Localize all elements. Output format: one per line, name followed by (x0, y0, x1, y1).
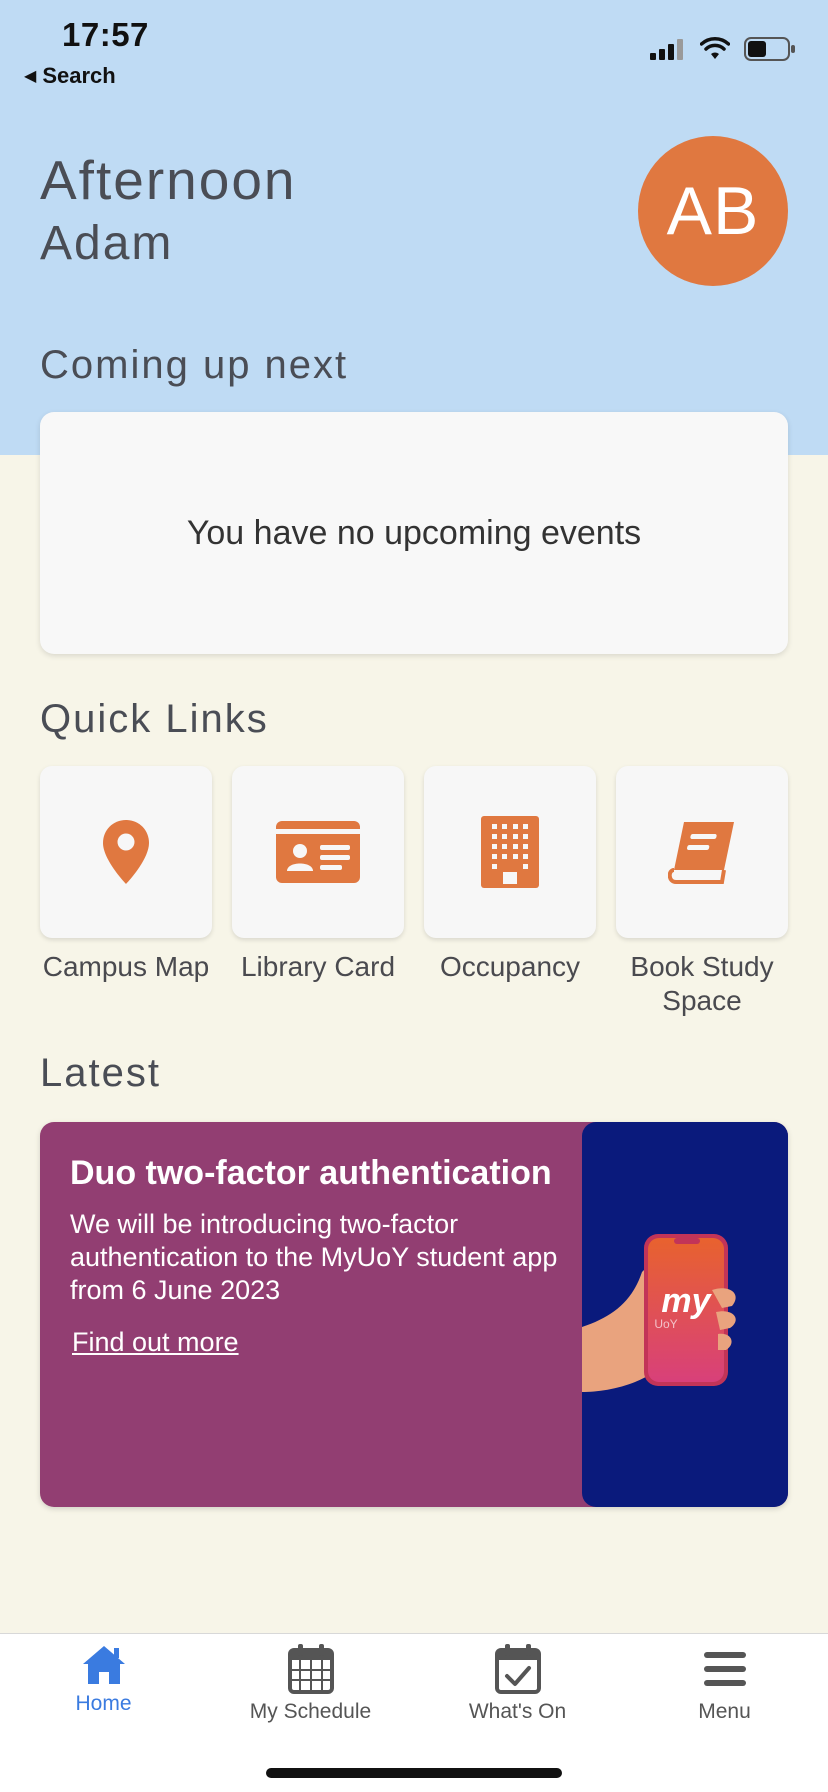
no-events-message: You have no upcoming events (186, 513, 642, 552)
quick-link-library-card[interactable]: Library Card (232, 766, 404, 1018)
home-icon (82, 1646, 125, 1684)
quick-link-campus-map[interactable]: Campus Map (40, 766, 212, 1018)
status-time: 17:57 (62, 16, 149, 53)
find-out-more-link[interactable]: Find out more (72, 1327, 239, 1358)
tab-label: What's On (468, 1700, 567, 1723)
news-image: my UoY (582, 1122, 788, 1507)
tab-label: My Schedule (249, 1700, 372, 1723)
quick-link-label: Book Study Space (630, 951, 774, 1016)
wifi-icon (700, 37, 730, 59)
back-label: Search (42, 63, 116, 88)
upcoming-events-card: You have no upcoming events (40, 412, 788, 654)
back-to-search-button[interactable]: ◀ Search (24, 63, 116, 89)
tab-whats-on[interactable]: What's On (414, 1644, 621, 1724)
tab-home[interactable]: Home (0, 1644, 207, 1716)
app-logo-subtext: UoY (654, 1317, 677, 1331)
tab-label: Home (75, 1692, 132, 1715)
news-headline: Duo two-factor authentication (70, 1154, 552, 1192)
news-body: We will be introducing two-factor authen… (70, 1209, 558, 1305)
latest-title: Latest (40, 1051, 161, 1095)
back-arrow-icon: ◀ (24, 68, 37, 85)
quick-link-tile[interactable] (232, 766, 404, 938)
quick-links-row: Campus Map Library Card Occupancy Book S… (40, 766, 788, 1018)
signal-icon (650, 39, 683, 60)
quick-link-occupancy[interactable]: Occupancy (424, 766, 596, 1018)
greeting-text: Afternoon (40, 149, 297, 211)
hand-holding-phone-illustration: my UoY (582, 1234, 736, 1392)
avatar[interactable]: AB (638, 136, 788, 286)
hamburger-menu-icon (703, 1652, 746, 1686)
quick-link-label: Occupancy (439, 951, 581, 982)
home-indicator (266, 1768, 562, 1778)
book-icon (668, 822, 734, 884)
calendar-check-icon (494, 1644, 541, 1694)
quick-link-label: Library Card (240, 951, 396, 982)
map-pin-icon (103, 820, 149, 884)
coming-up-title: Coming up next (40, 343, 349, 387)
app-logo-text: my (661, 1282, 712, 1320)
tab-label: Menu (698, 1700, 751, 1723)
quick-link-book-study-space[interactable]: Book Study Space (616, 766, 788, 1018)
quick-links-title: Quick Links (40, 697, 269, 741)
calendar-grid-icon (287, 1644, 334, 1694)
quick-link-tile[interactable] (40, 766, 212, 938)
quick-link-tile[interactable] (424, 766, 596, 938)
news-card[interactable]: Duo two-factor authentication We will be… (40, 1122, 788, 1507)
quick-link-tile[interactable] (616, 766, 788, 938)
status-icons (650, 36, 796, 62)
tab-menu[interactable]: Menu (621, 1644, 828, 1724)
battery-icon (744, 37, 795, 61)
building-icon (481, 816, 539, 888)
id-card-icon (276, 821, 360, 883)
user-name: Adam (40, 217, 174, 270)
news-text: Duo two-factor authentication We will be… (70, 1152, 570, 1358)
quick-link-label: Campus Map (42, 951, 210, 982)
tab-my-schedule[interactable]: My Schedule (207, 1644, 414, 1724)
